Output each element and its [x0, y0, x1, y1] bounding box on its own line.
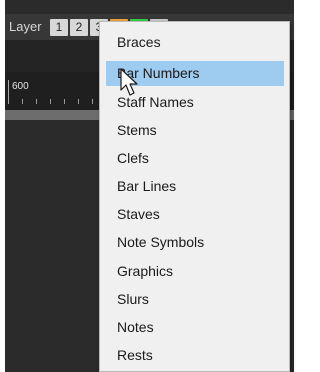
ruler-tick: [50, 99, 51, 104]
menu-item-note-symbols[interactable]: Note Symbols: [106, 230, 284, 255]
menu-item-slurs[interactable]: Slurs: [106, 287, 284, 312]
menu-item-bar-lines[interactable]: Bar Lines: [106, 174, 284, 199]
menu-item-clefs[interactable]: Clefs: [106, 146, 284, 171]
menu-item-staves[interactable]: Staves: [106, 202, 284, 227]
mouse-pointer-icon: [120, 68, 138, 96]
menu-item-stems[interactable]: Stems: [106, 118, 284, 143]
ruler-tick: [22, 99, 23, 104]
ruler-tick: [92, 99, 93, 104]
menu-item-rests[interactable]: Rests: [106, 343, 284, 368]
ruler-tick: [64, 99, 65, 104]
menu-item-braces[interactable]: Braces: [106, 30, 284, 55]
ruler-tick: [78, 99, 79, 104]
layer-button-1[interactable]: 1: [50, 19, 68, 36]
layer-button-2[interactable]: 2: [70, 19, 88, 36]
ruler-start-marker: [8, 80, 9, 104]
menu-item-graphics[interactable]: Graphics: [106, 259, 284, 284]
ruler-tick: [36, 99, 37, 104]
menu-item-notes[interactable]: Notes: [106, 315, 284, 340]
ruler-bar-number: 600: [12, 81, 29, 92]
layer-label: Layer: [9, 19, 42, 34]
